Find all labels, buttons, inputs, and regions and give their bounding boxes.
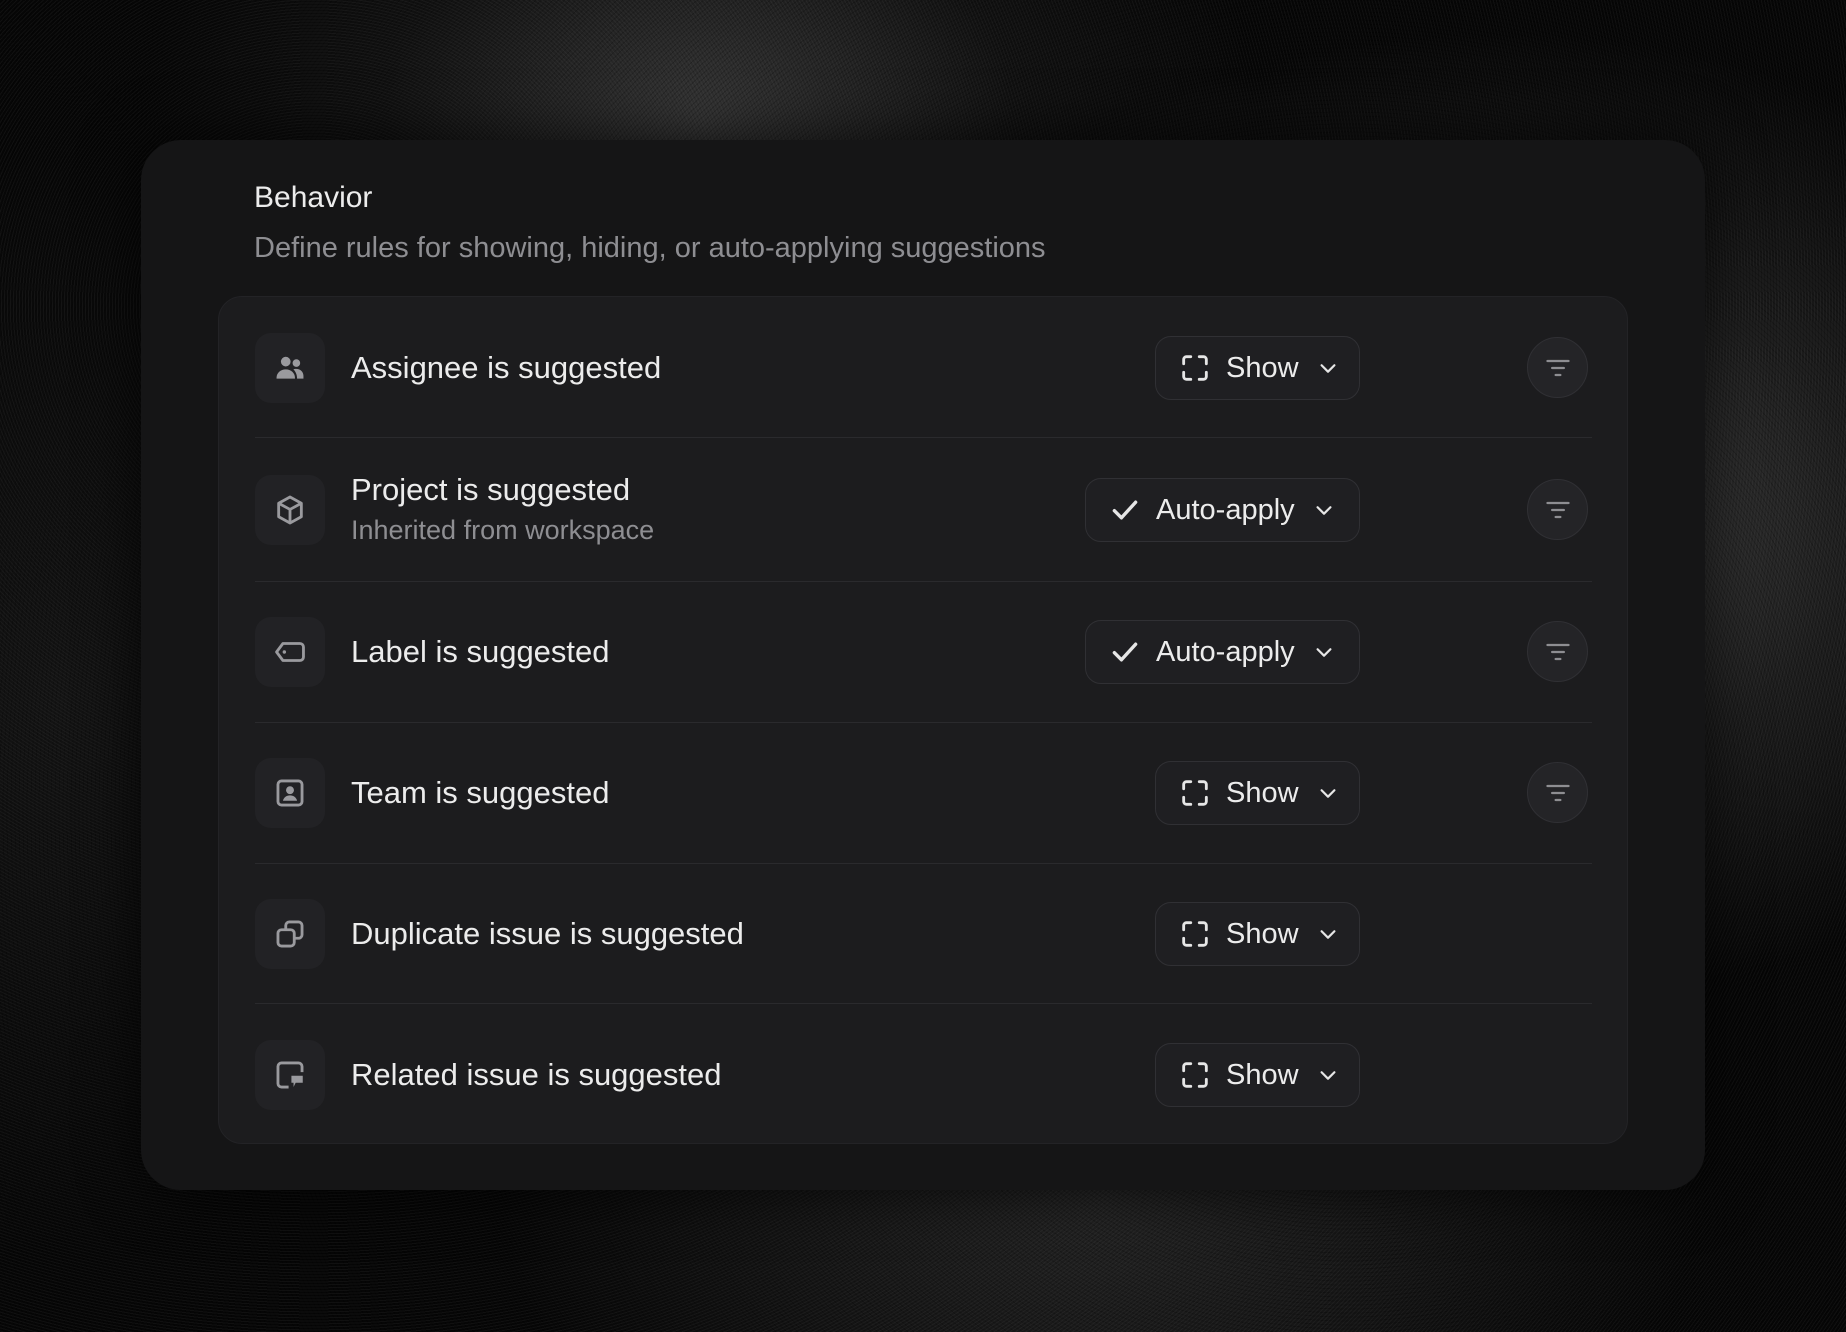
rule-row-team: Team is suggested Show xyxy=(255,758,1592,828)
filter-icon xyxy=(1545,643,1570,660)
select-value: Show xyxy=(1226,1058,1299,1091)
rule-row-duplicate: Duplicate issue is suggested Show xyxy=(255,899,1592,969)
section-title: Behavior xyxy=(254,181,373,214)
section-subtitle: Define rules for showing, hiding, or aut… xyxy=(254,232,1046,264)
rule-text: Team is suggested xyxy=(351,773,609,813)
filter-icon xyxy=(1545,784,1570,801)
select-value: Auto-apply xyxy=(1156,493,1295,526)
chevron-down-icon xyxy=(1317,782,1339,804)
row-divider xyxy=(255,581,1592,582)
cube-icon xyxy=(255,475,325,545)
rule-row-assignee: Assignee is suggested Show xyxy=(255,333,1592,403)
rule-text: Related issue is suggested xyxy=(351,1055,722,1095)
rule-text: Label is suggested xyxy=(351,632,610,672)
rule-title: Project is suggested xyxy=(351,472,631,507)
dashed-frame-icon xyxy=(1178,351,1212,385)
dashed-frame-icon xyxy=(1178,776,1212,810)
users-icon xyxy=(255,333,325,403)
behavior-select-team[interactable]: Show xyxy=(1155,761,1360,825)
rule-row-project: Project is suggested Inherited from work… xyxy=(255,472,1592,545)
chevron-down-icon xyxy=(1317,357,1339,379)
row-divider xyxy=(255,1003,1592,1004)
chevron-down-icon xyxy=(1317,923,1339,945)
chevron-down-icon xyxy=(1317,1064,1339,1086)
select-value: Show xyxy=(1226,776,1299,809)
tag-icon xyxy=(255,617,325,687)
chevron-down-icon xyxy=(1313,641,1335,663)
check-icon xyxy=(1108,635,1142,669)
select-value: Auto-apply xyxy=(1156,635,1295,668)
filter-button-assignee[interactable] xyxy=(1527,337,1588,398)
select-value: Show xyxy=(1226,351,1299,384)
select-value: Show xyxy=(1226,917,1299,950)
filter-button-label[interactable] xyxy=(1527,621,1588,682)
behavior-select-label[interactable]: Auto-apply xyxy=(1085,620,1360,684)
filter-icon xyxy=(1545,359,1570,376)
dashed-frame-icon xyxy=(1178,1058,1212,1092)
dashed-frame-icon xyxy=(1178,917,1212,951)
filter-button-team[interactable] xyxy=(1527,762,1588,823)
chevron-down-icon xyxy=(1313,499,1335,521)
behavior-select-assignee[interactable]: Show xyxy=(1155,336,1360,400)
rule-text: Assignee is suggested xyxy=(351,348,661,388)
rule-text: Project is suggested Inherited from work… xyxy=(351,470,654,548)
rule-subtitle: Inherited from workspace xyxy=(351,515,655,545)
check-icon xyxy=(1108,493,1142,527)
rule-title: Team is suggested xyxy=(351,775,610,810)
contact-card-icon xyxy=(255,758,325,828)
row-divider xyxy=(255,863,1592,864)
rule-title: Assignee is suggested xyxy=(351,350,662,385)
behavior-select-project[interactable]: Auto-apply xyxy=(1085,478,1360,542)
related-issue-icon xyxy=(255,1040,325,1110)
row-divider xyxy=(255,722,1592,723)
filter-icon xyxy=(1545,501,1570,518)
rule-row-label: Label is suggested Auto-apply xyxy=(255,617,1592,687)
row-divider xyxy=(255,437,1592,438)
suggestion-rules-list: Assignee is suggested Show Project is su… xyxy=(218,296,1628,1144)
rule-title: Label is suggested xyxy=(351,634,610,669)
rule-title: Related issue is suggested xyxy=(351,1057,722,1092)
rule-title: Duplicate issue is suggested xyxy=(351,916,744,951)
rule-row-related: Related issue is suggested Show xyxy=(255,1040,1592,1110)
behavior-select-duplicate[interactable]: Show xyxy=(1155,902,1360,966)
filter-button-project[interactable] xyxy=(1527,479,1588,540)
rule-text: Duplicate issue is suggested xyxy=(351,914,744,954)
duplicate-icon xyxy=(255,899,325,969)
section-header: Behavior Define rules for showing, hidin… xyxy=(254,178,1046,268)
behavior-select-related[interactable]: Show xyxy=(1155,1043,1360,1107)
behavior-settings-card: Behavior Define rules for showing, hidin… xyxy=(141,140,1705,1190)
